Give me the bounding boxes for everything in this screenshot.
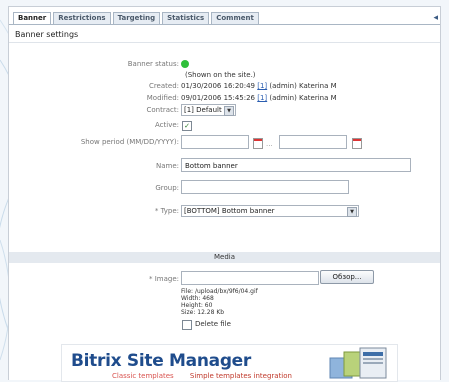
period-separator: ... [266,140,273,148]
created-row: 01/30/2006 16:20:49 [1] (admin) Katerina… [181,82,337,90]
period-start-input[interactable] [181,135,249,149]
type-label-text: Type: [160,207,179,215]
contract-selected-value: [1] Default [184,106,222,114]
type-label: * Type: [9,207,179,215]
calendar-icon[interactable] [352,138,362,149]
image-label-text: Image: [154,275,179,283]
contract-label: Contract: [146,106,179,114]
browse-button[interactable]: Обзор... [320,270,374,284]
modified-label: Modified: [146,94,179,102]
collapse-arrow-icon[interactable]: ◂ [433,13,438,23]
media-section-header: Media [9,252,440,263]
contract-select[interactable]: [1] Default ▼ [181,104,236,116]
file-size: Size: 12.28 Kb [181,309,225,316]
file-width: Width: 468 [181,295,214,302]
image-file-input[interactable] [181,271,319,285]
name-label: Name: [155,162,179,170]
file-height: Height: 60 [181,302,213,309]
status-note: (Shown on the site.) [185,71,256,79]
tab-divider [9,24,440,25]
type-selected-value: [BOTTOM] Bottom banner [184,207,275,215]
created-label: Created: [148,82,179,90]
section-title: Banner settings [15,30,79,39]
name-input[interactable]: Bottom banner [181,158,411,172]
delete-file-label: Delete file [195,320,231,328]
modified-user: (admin) Katerina M [269,94,337,102]
created-user-id-link[interactable]: [1] [257,82,267,90]
required-mark: * [154,207,159,215]
status-label: Banner status: [127,60,179,68]
banner-edit-panel: Banner Restrictions Targeting Statistics… [8,6,441,382]
type-select[interactable]: [BOTTOM] Bottom banner ▼ [181,205,359,217]
chevron-down-icon: ▼ [224,106,234,116]
created-date: 01/30/2006 16:20:49 [181,82,256,90]
section-divider [9,42,440,43]
modified-user-id-link[interactable]: [1] [257,94,267,102]
group-label: Group: [155,184,179,192]
banner-preview: Bitrix Site Manager Classic templates Si… [61,344,398,382]
group-input[interactable] [181,180,349,194]
required-mark: * [148,275,153,283]
calendar-icon[interactable] [253,138,263,149]
modified-row: 09/01/2006 15:45:26 [1] (admin) Katerina… [181,94,337,102]
period-end-input[interactable] [279,135,347,149]
preview-windows-graphic [329,347,387,379]
delete-file-checkbox[interactable] [182,320,192,330]
active-label: Active: [154,121,179,129]
show-period-label: Show period (MM/DD/YYYY): [80,138,179,146]
image-label: * Image: [9,275,179,283]
file-path: File: /upload/bx/9f6/04.gif [181,288,258,295]
chevron-down-icon: ▼ [347,207,357,217]
active-checkbox[interactable]: ✓ [182,121,192,131]
status-indicator-icon [181,60,189,68]
preview-brand-title: Bitrix Site Manager [71,351,251,371]
file-info: File: /upload/bx/9f6/04.gif Width: 468 H… [181,288,258,316]
created-user: (admin) Katerina M [269,82,337,90]
tab-bar: Banner Restrictions Targeting Statistics… [13,12,259,25]
modified-date: 09/01/2006 15:45:26 [181,94,256,102]
